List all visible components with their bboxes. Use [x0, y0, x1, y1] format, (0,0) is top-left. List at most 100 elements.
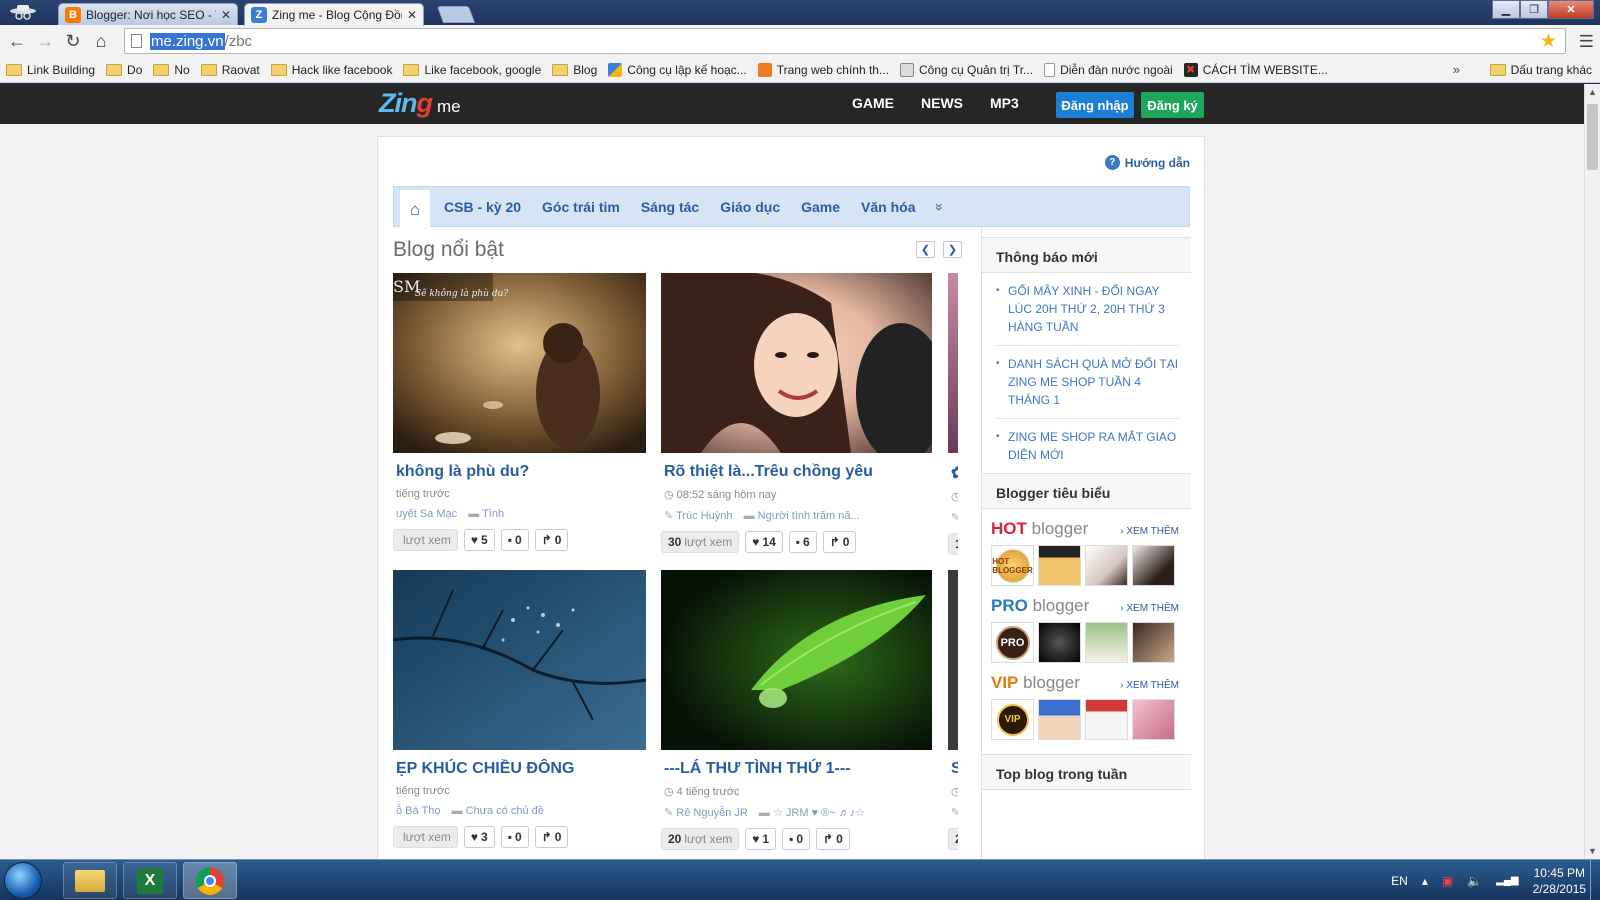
- reload-icon[interactable]: ↻: [59, 27, 87, 55]
- comment-button[interactable]: ▪ 0: [500, 529, 529, 551]
- avatar[interactable]: [1085, 545, 1128, 586]
- minimize-icon[interactable]: ▁: [1492, 0, 1520, 19]
- back-icon[interactable]: ←: [3, 27, 31, 55]
- see-more-link[interactable]: › XEM THÊM: [1120, 526, 1179, 537]
- like-button[interactable]: ♥ 3: [463, 826, 495, 848]
- category-game[interactable]: Game: [801, 199, 840, 215]
- avatar[interactable]: [1038, 699, 1081, 740]
- see-more-link[interactable]: › XEM THÊM: [1120, 603, 1179, 614]
- volume-icon[interactable]: 🔈: [1467, 874, 1482, 888]
- prev-arrow-icon[interactable]: ❮: [916, 241, 935, 258]
- tab-blogger[interactable]: B Blogger: Nơi học SEO - Tạ ✕: [58, 3, 238, 25]
- blog-thumbnail[interactable]: [393, 570, 646, 750]
- blog-title[interactable]: ---LÁ THƯ TÌNH THỨ 1---: [661, 760, 937, 778]
- avatar[interactable]: [1132, 699, 1175, 740]
- share-button[interactable]: ↱ 0: [534, 826, 569, 848]
- chrome-taskbar-button[interactable]: [183, 862, 237, 899]
- bookmark-hack-like-facebook[interactable]: Hack like facebook: [270, 63, 392, 77]
- more-categories-icon[interactable]: »: [931, 203, 947, 211]
- home-icon[interactable]: ⌂: [400, 189, 430, 230]
- blog-tag[interactable]: Tình: [482, 508, 504, 520]
- blog-title[interactable]: ẸP KHÚC CHIỀU ĐÔNG: [393, 760, 669, 778]
- see-more-link[interactable]: › XEM THÊM: [1120, 680, 1179, 691]
- notice-item[interactable]: DANH SÁCH QUÀ MỞ ĐỔI TẠI ZING ME SHOP TU…: [996, 346, 1179, 419]
- avatar[interactable]: [1038, 622, 1081, 663]
- blog-tag[interactable]: Chưa có chủ đề: [466, 805, 544, 817]
- close-tab-icon[interactable]: ✕: [221, 8, 231, 22]
- avatar[interactable]: [1085, 699, 1128, 740]
- bookmark-do[interactable]: Do: [106, 63, 142, 77]
- category-van-hoa[interactable]: Văn hóa: [861, 199, 915, 215]
- scroll-up-icon[interactable]: ▲: [1585, 84, 1600, 100]
- vertical-scrollbar[interactable]: ▲ ▼: [1584, 84, 1600, 859]
- close-tab-icon[interactable]: ✕: [407, 8, 417, 22]
- comment-button[interactable]: ▪ 6: [788, 531, 817, 553]
- bookmark-foreign-forum[interactable]: Diễn đàn nước ngoài: [1044, 62, 1173, 77]
- notice-item[interactable]: GỐI MÂY XINH - ĐỔI NGAY LÚC 20H THỨ 2, 2…: [996, 273, 1179, 346]
- share-button[interactable]: ↱ 0: [816, 828, 850, 850]
- network-warning-icon[interactable]: ▣: [1442, 874, 1453, 888]
- like-button[interactable]: ♥ 1: [745, 828, 777, 850]
- comment-button[interactable]: ▪ 0: [500, 826, 529, 848]
- bookmark-find-website[interactable]: ✖ CÁCH TÌM WEBSITE...: [1183, 62, 1328, 77]
- maximize-icon[interactable]: ❐: [1520, 0, 1548, 19]
- category-goc-trai-tim[interactable]: Góc trái tim: [542, 199, 620, 215]
- blog-title[interactable]: không là phù du?: [393, 463, 669, 481]
- menu-icon[interactable]: ☰: [1579, 32, 1594, 52]
- like-button[interactable]: ♥ 5: [463, 529, 495, 551]
- bookmark-star-icon[interactable]: ★: [1540, 30, 1557, 53]
- like-button[interactable]: ♥ 14: [745, 531, 783, 553]
- tab-zing-me[interactable]: Z Zing me - Blog Cộng Đồn ✕: [244, 3, 424, 26]
- show-desktop-button[interactable]: [1590, 860, 1600, 900]
- blog-author[interactable]: Trúc Huỳnh: [676, 510, 732, 522]
- share-button[interactable]: ↱ 0: [534, 529, 569, 551]
- notice-item[interactable]: ZING ME SHOP RA MẮT GIAO DIỆN MỚI: [996, 419, 1179, 473]
- new-tab-button[interactable]: [436, 6, 476, 23]
- help-link[interactable]: ? Hướng dẫn: [1104, 155, 1190, 170]
- register-button[interactable]: Đăng ký: [1141, 92, 1204, 118]
- explorer-taskbar-button[interactable]: [63, 862, 117, 899]
- address-bar[interactable]: me.zing.vn /zbc ★: [124, 28, 1566, 54]
- blog-author[interactable]: Rê Nguyễn JR: [676, 807, 748, 819]
- bookmark-like-facebook-google[interactable]: Like facebook, google: [403, 63, 541, 77]
- blog-card[interactable]: ✿ ◷ 0 ✎ P 12: [948, 273, 958, 555]
- excel-taskbar-button[interactable]: X: [123, 862, 177, 899]
- signal-icon[interactable]: ▂▄▆: [1496, 875, 1518, 886]
- close-window-icon[interactable]: ✕: [1548, 0, 1594, 19]
- blog-card[interactable]: Sá ◷ 0 ✎ M 23: [948, 570, 958, 850]
- next-arrow-icon[interactable]: ❯: [943, 241, 962, 258]
- zing-me-logo[interactable]: Zin g me: [379, 88, 461, 119]
- blog-card[interactable]: SM Sẽ không là phù du? không là phù du? …: [393, 273, 669, 551]
- blog-title[interactable]: Sá: [948, 760, 958, 778]
- bookmark-no[interactable]: No: [153, 63, 190, 77]
- bookmarks-overflow-icon[interactable]: »: [1453, 62, 1460, 77]
- scroll-down-icon[interactable]: ▼: [1585, 843, 1600, 859]
- login-button[interactable]: Đăng nhập: [1056, 92, 1134, 118]
- nav-game[interactable]: GAME: [852, 95, 894, 111]
- bookmark-raovat[interactable]: Raovat: [200, 63, 260, 77]
- home-icon[interactable]: ⌂: [87, 27, 115, 55]
- blog-thumbnail[interactable]: [948, 273, 958, 453]
- share-button[interactable]: ↱ 0: [822, 531, 857, 553]
- comment-button[interactable]: ▪ 0: [782, 828, 811, 850]
- avatar[interactable]: [1132, 545, 1175, 586]
- category-sang-tac[interactable]: Sáng tác: [641, 199, 699, 215]
- blog-thumbnail[interactable]: [948, 570, 958, 750]
- bookmark-other[interactable]: Dấu trang khác: [1489, 63, 1592, 77]
- bookmark-webmaster-tools[interactable]: Công cụ Quản trị Tr...: [900, 62, 1033, 77]
- system-clock[interactable]: 10:45 PM 2/28/2015: [1533, 865, 1586, 897]
- blog-thumbnail[interactable]: SM Sẽ không là phù du?: [393, 273, 646, 453]
- bookmark-link-building[interactable]: Link Building: [6, 63, 95, 77]
- avatar[interactable]: [1038, 545, 1081, 586]
- blog-author[interactable]: uyết Sa Mạc: [396, 508, 457, 520]
- blog-card[interactable]: ---LÁ THƯ TÌNH THỨ 1--- ◷ 4 tiếng trước …: [661, 570, 937, 850]
- blog-thumbnail[interactable]: [661, 273, 932, 453]
- blog-thumbnail[interactable]: [661, 570, 932, 750]
- avatar[interactable]: [1132, 622, 1175, 663]
- language-indicator[interactable]: EN: [1391, 874, 1408, 888]
- blog-title[interactable]: ✿: [948, 463, 958, 483]
- blog-author[interactable]: ỗ Bá Thọ: [396, 805, 440, 817]
- blog-title[interactable]: Rõ thiệt là...Trêu chồng yêu: [661, 463, 937, 481]
- blog-tag[interactable]: Người tình trăm nă...: [758, 510, 860, 522]
- category-csb[interactable]: CSB - kỳ 20: [444, 199, 521, 215]
